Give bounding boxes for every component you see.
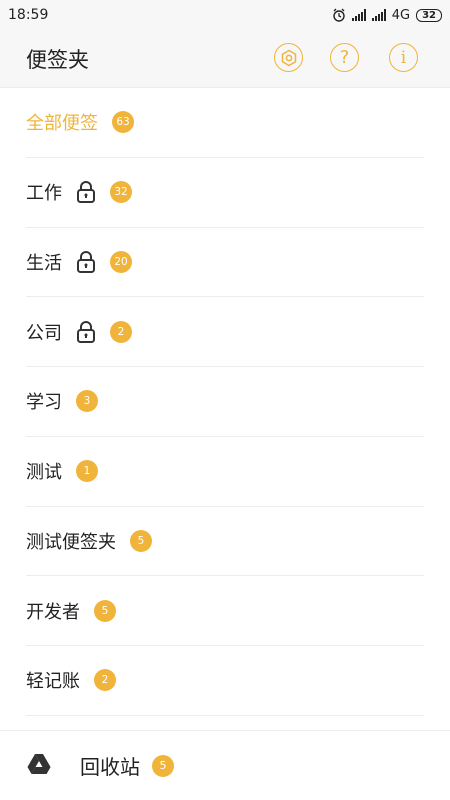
- help-icon: ?: [339, 47, 350, 68]
- trash-label: 回收站: [80, 755, 140, 779]
- folder-label: 公司: [26, 322, 62, 344]
- status-time: 18:59: [8, 7, 49, 23]
- folder-label: 测试: [26, 462, 62, 484]
- folder-count-badge: 32: [110, 181, 132, 204]
- network-type: 4G: [391, 7, 411, 23]
- folder-count-badge: 5: [130, 529, 152, 552]
- signal-icon-2: [371, 9, 386, 21]
- folder-item[interactable]: 公司 2: [26, 297, 424, 367]
- folder-item[interactable]: 生活 20: [26, 228, 424, 298]
- settings-gear-icon: [281, 49, 296, 66]
- lock-icon: [76, 250, 96, 273]
- folder-item[interactable]: 全部便签 63: [26, 88, 424, 158]
- app-header: 便签夹 ? i: [0, 30, 450, 88]
- folder-item[interactable]: 测试便签夹 5: [26, 507, 424, 577]
- folder-count-badge: 1: [76, 460, 98, 483]
- folder-item[interactable]: 开发者 5: [26, 576, 424, 646]
- lock-icon: [76, 181, 96, 204]
- info-button[interactable]: i: [389, 43, 418, 72]
- settings-button[interactable]: [274, 43, 303, 72]
- folder-list: 全部便签 63 工作 32 生活 20 公司 2 学习 3 测试 1 测试便签夹 5 开发者 5 轻记账 2: [0, 88, 450, 730]
- folder-label: 学习: [26, 392, 62, 414]
- info-icon: i: [400, 47, 407, 68]
- folder-label: 开发者: [26, 601, 80, 623]
- trash-drive-icon: [27, 754, 51, 774]
- folder-label: 全部便签: [26, 113, 98, 135]
- trash-count-badge: 5: [152, 754, 174, 777]
- folder-item[interactable]: 轻记账 2: [26, 646, 424, 716]
- help-button[interactable]: ?: [330, 43, 359, 72]
- folder-count-badge: 63: [112, 111, 134, 134]
- folder-count-badge: 5: [94, 599, 116, 622]
- status-bar: 18:59 4G 32: [0, 0, 450, 30]
- lock-icon: [76, 320, 96, 343]
- folder-item[interactable]: 测试 1: [26, 437, 424, 507]
- battery-indicator: 32: [416, 8, 442, 22]
- folder-count-badge: 20: [110, 250, 132, 273]
- folder-count-badge: 2: [94, 669, 116, 692]
- page-title: 便签夹: [26, 47, 89, 72]
- folder-label: 生活: [26, 252, 62, 274]
- signal-icon: [351, 9, 366, 21]
- folder-item[interactable]: 工作 32: [26, 158, 424, 228]
- folder-count-badge: 3: [76, 390, 98, 413]
- alarm-icon: [333, 8, 345, 22]
- folder-count-badge: 2: [110, 320, 132, 343]
- status-indicators: 4G 32: [332, 8, 442, 23]
- folder-label: 轻记账: [26, 671, 80, 693]
- folder-item[interactable]: 学习 3: [26, 367, 424, 437]
- folder-label: 测试便签夹: [26, 531, 116, 553]
- folder-label: 工作: [26, 183, 62, 205]
- trash-bar[interactable]: 回收站 5: [0, 730, 450, 800]
